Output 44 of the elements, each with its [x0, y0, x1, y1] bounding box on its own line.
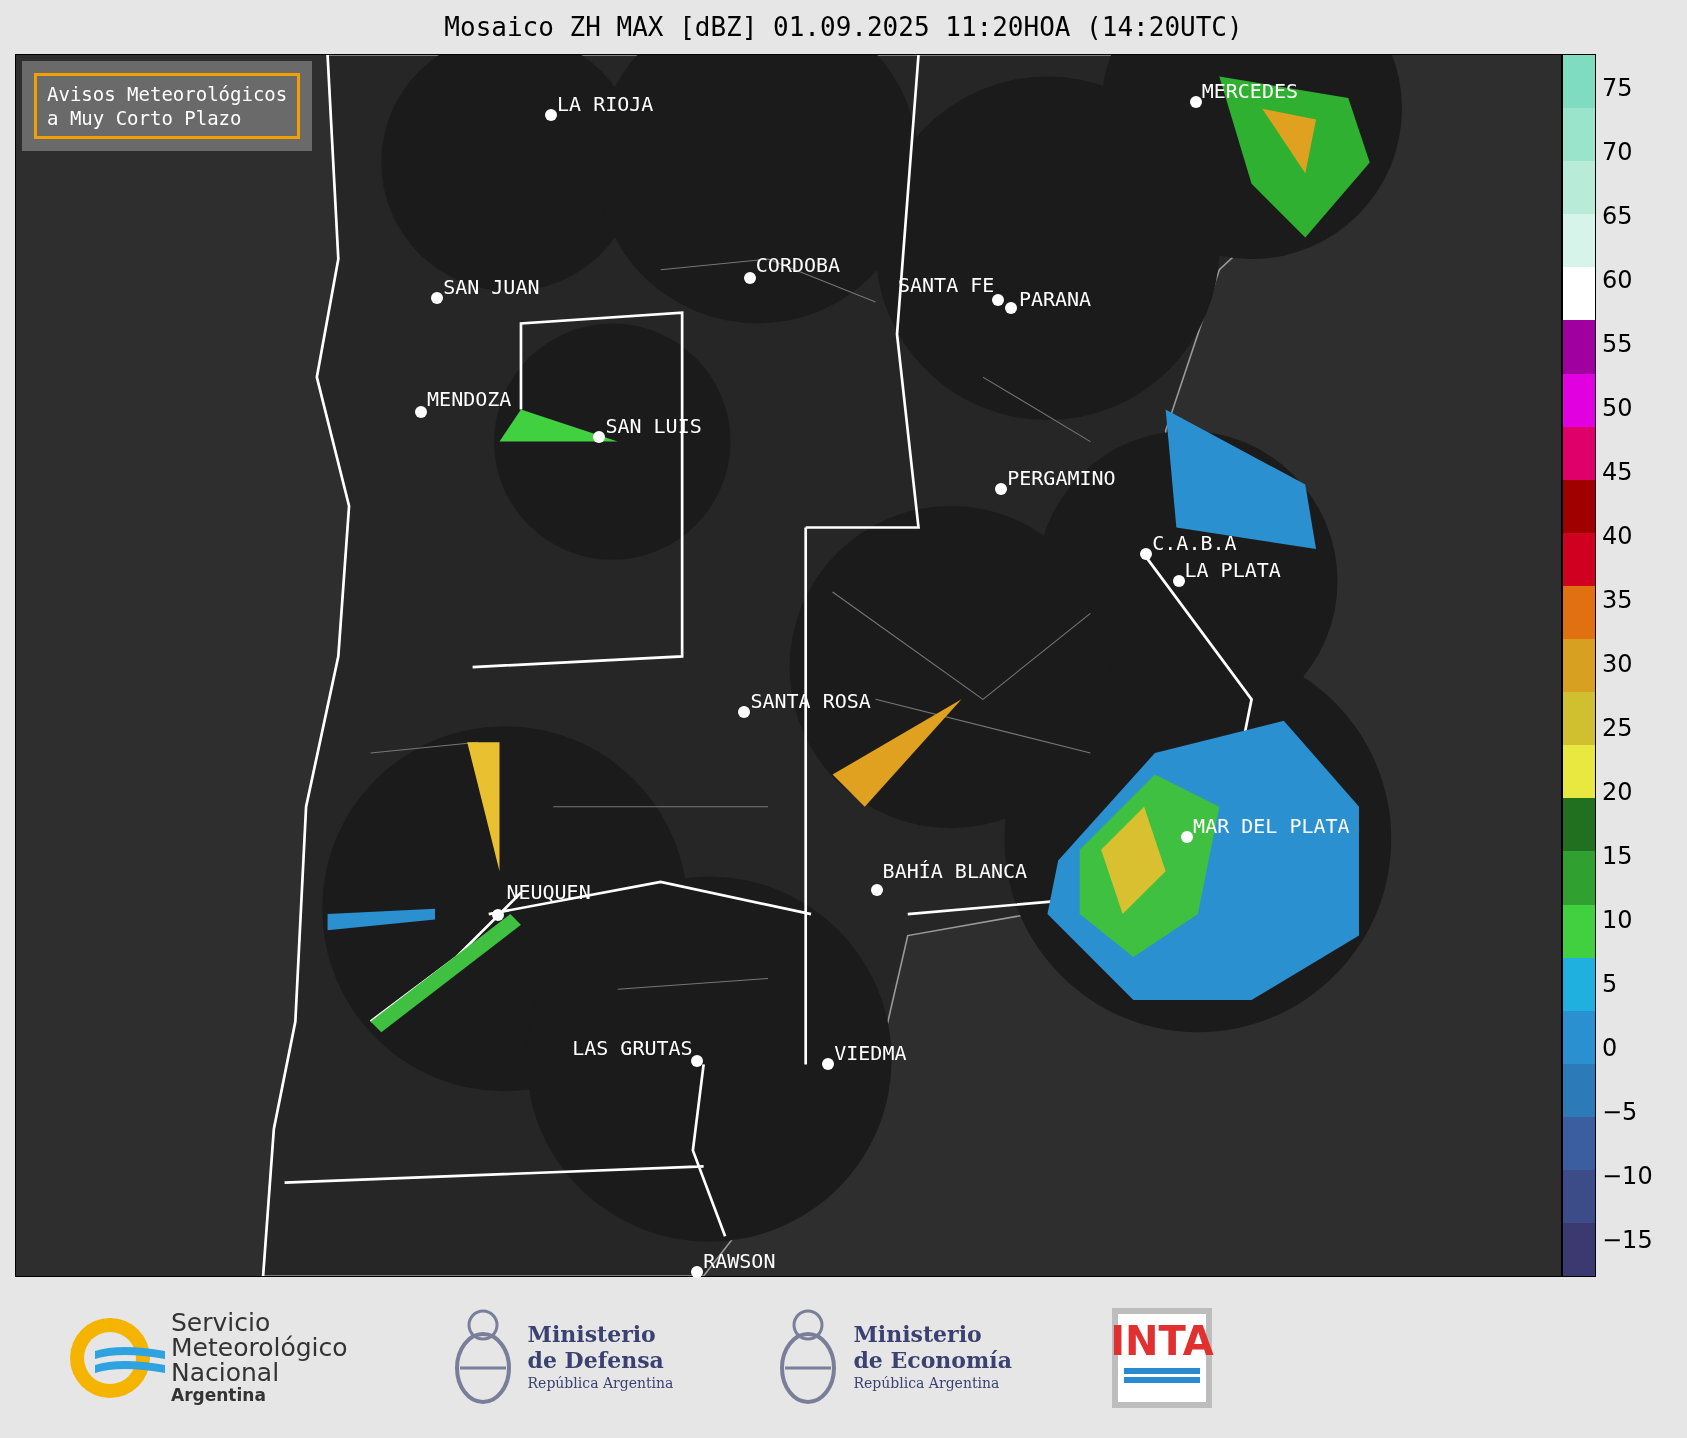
scale-tick-label: 60	[1602, 267, 1633, 293]
logo-text: de Defensa	[527, 1347, 665, 1373]
city-label: CORDOBA	[755, 254, 841, 277]
city-label: C.A.B.A	[1152, 532, 1237, 555]
logo-text: de Economía	[853, 1347, 1012, 1373]
city-label: RAWSON	[703, 1249, 776, 1272]
inta-logo: INTA	[1111, 1307, 1212, 1408]
scale-tick-label: 40	[1602, 523, 1633, 549]
logo-text: Argentina	[171, 1385, 267, 1405]
city-label: MENDOZA	[427, 387, 512, 410]
scale-tick-label: 75	[1602, 75, 1633, 101]
scale-tick-label: 55	[1602, 331, 1633, 357]
scale-tick-label: 30	[1602, 651, 1633, 677]
logo-text: República Argentina	[527, 1374, 674, 1393]
scale-tick-label: 25	[1602, 715, 1633, 741]
scale-tick-label: 10	[1602, 907, 1633, 933]
scale-tick-label: −10	[1602, 1163, 1653, 1189]
city-label: PARANA	[1018, 288, 1092, 311]
scale-tick-label: −15	[1602, 1227, 1653, 1253]
city-label: LAS GRUTAS	[572, 1037, 693, 1060]
scale-tick-label: 50	[1602, 395, 1633, 421]
city-label: VIEDMA	[834, 1042, 907, 1065]
map-title: Mosaico ZH MAX [dBZ] 01.09.2025 11:20HOA (14:20UTC)	[444, 10, 1243, 44]
city-label: BAHÍA BLANCA	[882, 860, 1028, 883]
logo-text: Meteorológico	[171, 1335, 348, 1360]
logo-text: Servicio	[171, 1310, 271, 1335]
city-label: LA RIOJA	[557, 93, 654, 116]
scale-tick-label: 45	[1602, 459, 1633, 485]
scale-tick-label: 65	[1602, 203, 1633, 229]
city-label: PERGAMINO	[1007, 466, 1116, 489]
logo-text: República Argentina	[853, 1374, 1001, 1393]
logo-text: Ministerio	[527, 1321, 657, 1347]
city-label: SAN JUAN	[443, 275, 540, 298]
scale-tick-label: 35	[1602, 587, 1633, 613]
scale-tick-label: 70	[1602, 139, 1633, 165]
scale-tick-label: −5	[1602, 1099, 1638, 1125]
scale-tick-label: 20	[1602, 779, 1633, 805]
city-label: LA PLATA	[1184, 559, 1281, 582]
scale-tick-label: 5	[1602, 971, 1618, 997]
notice-link[interactable]: Avisos Meteorológicos a Muy Corto Plazo	[34, 73, 301, 139]
logo-text: Ministerio	[853, 1321, 983, 1347]
scale-tick-label: 15	[1602, 843, 1633, 869]
logo-text: Nacional	[171, 1360, 280, 1385]
scale-tick-label: 0	[1602, 1035, 1618, 1061]
